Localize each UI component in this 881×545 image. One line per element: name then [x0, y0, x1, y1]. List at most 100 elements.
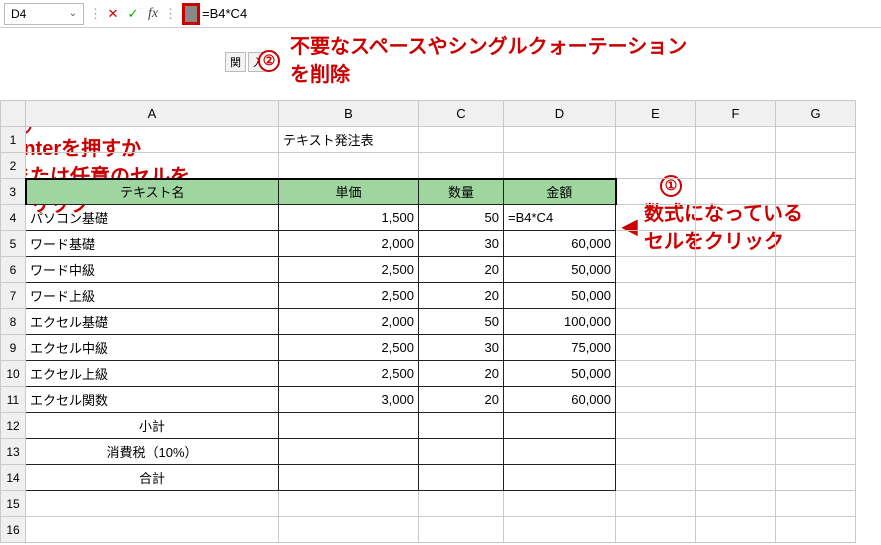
- cell-C14[interactable]: [419, 465, 504, 491]
- cell-C6[interactable]: 20: [419, 257, 504, 283]
- row-header-9[interactable]: 9: [1, 335, 26, 361]
- row-header-1[interactable]: 1: [1, 127, 26, 153]
- select-all-corner[interactable]: [1, 101, 26, 127]
- cell-A8[interactable]: エクセル基礎: [26, 309, 279, 335]
- cell-C16[interactable]: [419, 517, 504, 543]
- cell-G11[interactable]: [776, 387, 856, 413]
- cell-C15[interactable]: [419, 491, 504, 517]
- cell-B2[interactable]: [279, 153, 419, 179]
- cell-D10[interactable]: 50,000: [504, 361, 616, 387]
- cell-D12[interactable]: [504, 413, 616, 439]
- cell-C7[interactable]: 20: [419, 283, 504, 309]
- cell-F15[interactable]: [696, 491, 776, 517]
- chevron-down-icon[interactable]: ⌄: [69, 8, 77, 19]
- cell-F7[interactable]: [696, 283, 776, 309]
- col-header-C[interactable]: C: [419, 101, 504, 127]
- cell-G3[interactable]: [776, 179, 856, 205]
- cell-B13[interactable]: [279, 439, 419, 465]
- cell-F12[interactable]: [696, 413, 776, 439]
- cell-F13[interactable]: [696, 439, 776, 465]
- cell-E11[interactable]: [616, 387, 696, 413]
- cell-F2[interactable]: [696, 153, 776, 179]
- cell-B10[interactable]: 2,500: [279, 361, 419, 387]
- cell-A3[interactable]: テキスト名: [26, 179, 279, 205]
- cell-F9[interactable]: [696, 335, 776, 361]
- cell-D4-active[interactable]: =B4*C4: [504, 205, 616, 231]
- cell-A10[interactable]: エクセル上級: [26, 361, 279, 387]
- cell-E2[interactable]: [616, 153, 696, 179]
- cell-D7[interactable]: 50,000: [504, 283, 616, 309]
- cell-C13[interactable]: [419, 439, 504, 465]
- cell-F4[interactable]: [696, 205, 776, 231]
- fx-icon[interactable]: fx: [143, 6, 163, 22]
- cell-C8[interactable]: 50: [419, 309, 504, 335]
- cell-D13[interactable]: [504, 439, 616, 465]
- cell-D11[interactable]: 60,000: [504, 387, 616, 413]
- cell-G5[interactable]: [776, 231, 856, 257]
- cell-F6[interactable]: [696, 257, 776, 283]
- cell-C3[interactable]: 数量: [419, 179, 504, 205]
- cell-E15[interactable]: [616, 491, 696, 517]
- cell-G12[interactable]: [776, 413, 856, 439]
- cell-C12[interactable]: [419, 413, 504, 439]
- cell-A2[interactable]: [26, 153, 279, 179]
- cell-A9[interactable]: エクセル中級: [26, 335, 279, 361]
- cell-E6[interactable]: [616, 257, 696, 283]
- row-header-2[interactable]: 2: [1, 153, 26, 179]
- cell-D14[interactable]: [504, 465, 616, 491]
- cell-B11[interactable]: 3,000: [279, 387, 419, 413]
- row-header-13[interactable]: 13: [1, 439, 26, 465]
- cell-A13[interactable]: 消費税（10%）: [26, 439, 279, 465]
- cell-C5[interactable]: 30: [419, 231, 504, 257]
- cell-G7[interactable]: [776, 283, 856, 309]
- col-header-A[interactable]: A: [26, 101, 279, 127]
- cell-C9[interactable]: 30: [419, 335, 504, 361]
- cell-G15[interactable]: [776, 491, 856, 517]
- cell-D5[interactable]: 60,000: [504, 231, 616, 257]
- row-header-3[interactable]: 3: [1, 179, 26, 205]
- cell-E14[interactable]: [616, 465, 696, 491]
- cell-D15[interactable]: [504, 491, 616, 517]
- cell-B8[interactable]: 2,000: [279, 309, 419, 335]
- cell-B5[interactable]: 2,000: [279, 231, 419, 257]
- cell-E16[interactable]: [616, 517, 696, 543]
- cell-E8[interactable]: [616, 309, 696, 335]
- cell-F16[interactable]: [696, 517, 776, 543]
- row-header-6[interactable]: 6: [1, 257, 26, 283]
- cell-B9[interactable]: 2,500: [279, 335, 419, 361]
- cell-B16[interactable]: [279, 517, 419, 543]
- cell-F14[interactable]: [696, 465, 776, 491]
- cell-B15[interactable]: [279, 491, 419, 517]
- cell-G14[interactable]: [776, 465, 856, 491]
- cell-A7[interactable]: ワード上級: [26, 283, 279, 309]
- col-header-E[interactable]: E: [616, 101, 696, 127]
- cell-G4[interactable]: [776, 205, 856, 231]
- cell-D8[interactable]: 100,000: [504, 309, 616, 335]
- cell-B3[interactable]: 単価: [279, 179, 419, 205]
- cell-A4[interactable]: パソコン基礎: [26, 205, 279, 231]
- cell-E1[interactable]: [616, 127, 696, 153]
- row-header-10[interactable]: 10: [1, 361, 26, 387]
- cell-F10[interactable]: [696, 361, 776, 387]
- cell-C4[interactable]: 50: [419, 205, 504, 231]
- cell-B12[interactable]: [279, 413, 419, 439]
- cell-C10[interactable]: 20: [419, 361, 504, 387]
- cell-G6[interactable]: [776, 257, 856, 283]
- col-header-F[interactable]: F: [696, 101, 776, 127]
- cell-E13[interactable]: [616, 439, 696, 465]
- cell-E10[interactable]: [616, 361, 696, 387]
- col-header-B[interactable]: B: [279, 101, 419, 127]
- cell-A16[interactable]: [26, 517, 279, 543]
- row-header-8[interactable]: 8: [1, 309, 26, 335]
- cell-E12[interactable]: [616, 413, 696, 439]
- cell-G10[interactable]: [776, 361, 856, 387]
- cell-F5[interactable]: [696, 231, 776, 257]
- cell-E7[interactable]: [616, 283, 696, 309]
- col-header-D[interactable]: D: [504, 101, 616, 127]
- cell-D9[interactable]: 75,000: [504, 335, 616, 361]
- cell-E4[interactable]: [616, 205, 696, 231]
- cell-D3[interactable]: 金額: [504, 179, 616, 205]
- cell-A14[interactable]: 合計: [26, 465, 279, 491]
- cell-D16[interactable]: [504, 517, 616, 543]
- cell-A5[interactable]: ワード基礎: [26, 231, 279, 257]
